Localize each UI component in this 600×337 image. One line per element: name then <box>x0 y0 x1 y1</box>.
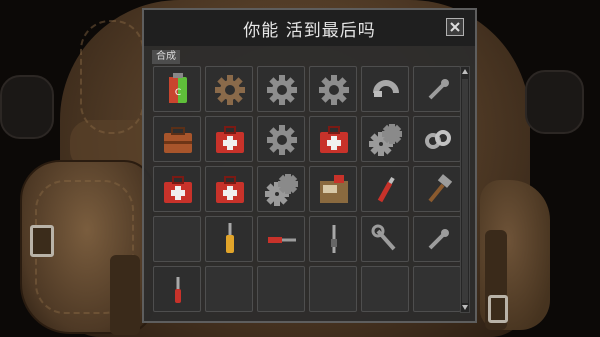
backpack-stitching <box>80 20 144 134</box>
wooden-crate-icon <box>320 175 348 203</box>
gear-icon <box>319 75 349 105</box>
inventory-slot[interactable] <box>257 166 305 212</box>
scrollbar[interactable] <box>460 66 470 313</box>
red-handle-wrench-icon <box>377 176 395 203</box>
inventory-slot[interactable] <box>309 166 357 212</box>
green-battery-icon: C <box>169 73 187 103</box>
inventory-slot[interactable] <box>309 266 357 312</box>
inventory-slot[interactable] <box>257 66 305 112</box>
window-title: 你能 活到最后吗 <box>243 21 376 41</box>
inventory-slot[interactable] <box>413 66 461 112</box>
inventory-slot[interactable] <box>257 116 305 162</box>
inventory-slot[interactable] <box>413 166 461 212</box>
inventory-slot[interactable] <box>153 166 201 212</box>
inventory-slot[interactable] <box>153 116 201 162</box>
inventory-slot[interactable] <box>361 66 409 112</box>
gear-icon <box>267 125 297 155</box>
inventory-slot[interactable] <box>309 216 357 262</box>
double-gear-icon <box>369 124 402 156</box>
inventory-grid: C <box>153 66 461 316</box>
chain-link-icon <box>425 130 451 149</box>
backpack-strap <box>110 255 140 335</box>
inventory-slot[interactable] <box>413 216 461 262</box>
first-aid-kit-icon <box>320 126 348 153</box>
metal-clamp-icon <box>373 80 399 97</box>
spark-plug-icon <box>331 225 337 253</box>
inventory-slot[interactable] <box>205 266 253 312</box>
inventory-slot[interactable] <box>361 166 409 212</box>
open-wrench-icon <box>371 224 396 251</box>
close-icon <box>450 22 460 32</box>
inventory-slot[interactable] <box>361 266 409 312</box>
title-bar: 你能 活到最后吗 <box>144 10 475 46</box>
svg-text:C: C <box>175 88 181 98</box>
inventory-slot[interactable] <box>309 66 357 112</box>
small-screwdriver-icon <box>175 277 181 303</box>
scroll-thumb[interactable] <box>462 79 468 303</box>
inventory-slot[interactable] <box>205 166 253 212</box>
scroll-up-icon[interactable] <box>461 68 469 76</box>
close-button[interactable] <box>446 18 464 36</box>
inventory-slot[interactable] <box>413 116 461 162</box>
inventory-slot[interactable] <box>153 266 201 312</box>
buckle-icon-right <box>488 295 508 323</box>
inventory-slot[interactable] <box>205 66 253 112</box>
small-wrench-icon <box>428 79 449 100</box>
drill-bit-icon <box>268 237 296 243</box>
inventory-slot[interactable] <box>257 216 305 262</box>
double-gear-icon <box>265 174 298 206</box>
inventory-slot[interactable] <box>309 116 357 162</box>
inventory-slot[interactable] <box>153 216 201 262</box>
screwdriver-icon <box>226 223 234 253</box>
left-glove <box>0 75 54 139</box>
right-glove <box>525 70 584 134</box>
inventory-slot[interactable]: C <box>153 66 201 112</box>
gear-icon <box>267 75 297 105</box>
crafting-panel: 你能 活到最后吗 合成 C <box>142 8 477 323</box>
first-aid-kit-icon <box>216 126 244 153</box>
first-aid-kit-icon <box>164 176 192 203</box>
inventory-slot[interactable] <box>205 216 253 262</box>
buckle-icon <box>30 225 54 257</box>
hammer-icon <box>428 174 453 203</box>
rusty-gear-icon <box>215 75 245 105</box>
first-aid-kit-icon <box>216 176 244 203</box>
inventory-slot[interactable] <box>413 266 461 312</box>
brown-toolbox-icon <box>164 127 192 153</box>
inventory-slot[interactable] <box>361 216 409 262</box>
small-wrench-icon <box>428 229 449 250</box>
scroll-down-icon[interactable] <box>461 303 469 311</box>
tab-crafting[interactable]: 合成 <box>152 50 180 64</box>
inventory-slot[interactable] <box>361 116 409 162</box>
inventory-slot[interactable] <box>257 266 305 312</box>
inventory-slot[interactable] <box>205 116 253 162</box>
